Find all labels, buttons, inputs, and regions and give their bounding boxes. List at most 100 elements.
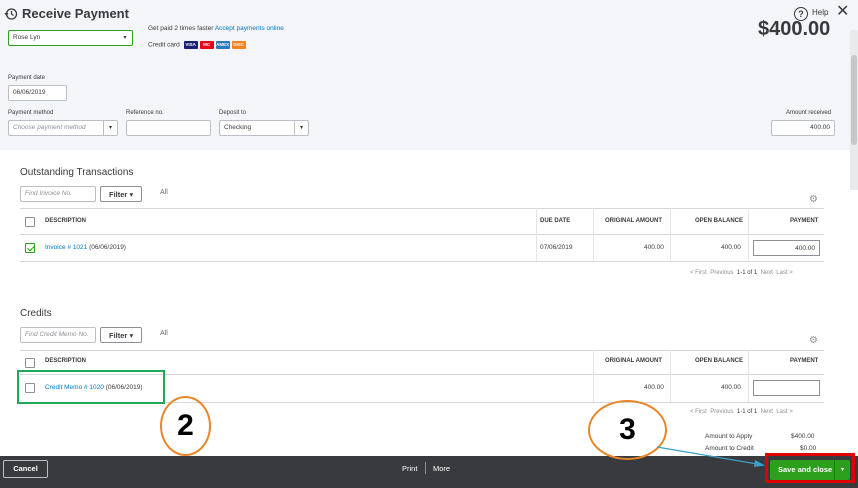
deposit-to-label: Deposit to: [219, 110, 247, 116]
credits-col-description: DESCRIPTION: [45, 358, 87, 364]
credits-col-open-balance: OPEN BALANCE: [695, 358, 744, 364]
col-divider: [748, 208, 749, 261]
highlight-credit-memo: [17, 370, 165, 404]
outstanding-pager: < First Previous 1-1 of 1 Next Last >: [690, 270, 793, 276]
pager-previous[interactable]: Previous: [710, 270, 733, 276]
caret-down-icon: ▾: [129, 190, 134, 199]
credit-open-balance: 400.00: [721, 384, 741, 391]
col-divider: [670, 208, 671, 261]
arrow-annotation: [656, 446, 765, 467]
scrollbar-thumb[interactable]: [851, 55, 857, 145]
step-2-badge: 2: [160, 396, 211, 456]
footer-divider: [425, 462, 426, 474]
amount-received-label: Amount received: [786, 110, 832, 116]
outstanding-title: Outstanding Transactions: [20, 167, 134, 178]
gear-icon[interactable]: ⚙: [809, 336, 819, 346]
col-divider: [748, 350, 749, 402]
col-due-date: DUE DATE: [540, 218, 571, 224]
pager-last[interactable]: Last >: [776, 409, 793, 415]
col-divider: [670, 350, 671, 402]
payment-method-placeholder: Choose payment method: [13, 124, 86, 131]
outstanding-all-label: All: [160, 189, 168, 196]
credits-all-label: All: [160, 330, 168, 337]
credits-select-all-checkbox[interactable]: [25, 358, 35, 368]
deposit-to-select[interactable]: Checking ▾: [219, 120, 309, 136]
highlight-save-and-close: [765, 453, 855, 483]
payment-method-select[interactable]: Choose payment method ▾: [8, 120, 118, 136]
col-divider: [593, 208, 594, 261]
chevron-down-icon[interactable]: ▾: [103, 121, 117, 135]
close-icon[interactable]: ✕: [836, 4, 849, 20]
credit-card-row: Credit card VISA MC AMEX DISC: [148, 41, 246, 49]
col-divider: [536, 208, 537, 261]
amount-to-apply-value: $400.00: [791, 433, 815, 440]
title-bar: Receive Payment ? Help ✕: [0, 0, 858, 28]
gear-icon[interactable]: ⚙: [809, 195, 819, 205]
print-button[interactable]: Print: [402, 464, 417, 473]
invoice-row-checkbox[interactable]: [25, 243, 35, 253]
filter-label: Filter: [109, 331, 128, 340]
credit-card-label: Credit card: [148, 41, 180, 49]
select-all-checkbox[interactable]: [25, 217, 35, 227]
mastercard-icon: MC: [199, 41, 214, 49]
pager-first[interactable]: < First: [690, 409, 707, 415]
amount-received-total: $400.00: [758, 18, 831, 40]
credits-title: Credits: [20, 308, 52, 319]
pager-range: 1-1 of 1: [736, 270, 758, 276]
invoice-payment-input[interactable]: 400.00: [753, 240, 820, 256]
credit-original-amount: 400.00: [644, 384, 664, 391]
credits-col-payment: PAYMENT: [790, 358, 819, 364]
reference-label: Reference no.: [126, 110, 164, 116]
credit-payment-input[interactable]: [753, 380, 820, 396]
chevron-down-icon[interactable]: ▾: [118, 31, 132, 45]
col-payment: PAYMENT: [790, 218, 819, 224]
reference-input[interactable]: [126, 120, 211, 136]
more-button[interactable]: More: [433, 464, 450, 473]
credits-table-top-border: [20, 350, 824, 351]
history-icon[interactable]: [4, 7, 18, 21]
discover-icon: DISC: [231, 41, 246, 49]
amount-received-input[interactable]: 400.00: [771, 120, 835, 136]
outstanding-filter-button[interactable]: Filter ▾: [100, 186, 143, 202]
chevron-down-icon[interactable]: ▾: [294, 121, 308, 135]
col-original-amount: ORIGINAL AMOUNT: [605, 218, 662, 224]
pager-range: 1-1 of 1: [736, 409, 758, 415]
accept-payments-link[interactable]: Accept payments online: [215, 25, 284, 32]
get-paid-promo: Get paid 2 times faster Accept payments …: [148, 25, 284, 32]
amex-icon: AMEX: [215, 41, 230, 49]
credits-filter-button[interactable]: Filter ▾: [100, 327, 143, 343]
invoice-search-placeholder: Find Invoice No.: [25, 190, 72, 197]
invoice-date: (06/06/2019): [89, 244, 126, 251]
pager-next[interactable]: Next: [761, 270, 773, 276]
deposit-to-value: Checking: [224, 124, 252, 131]
payment-method-label: Payment method: [8, 110, 54, 116]
pager-next[interactable]: Next: [761, 409, 773, 415]
caret-down-icon: ▾: [129, 331, 134, 340]
visa-icon: VISA: [183, 41, 198, 49]
invoice-due-date: 07/06/2019: [540, 244, 573, 251]
pager-previous[interactable]: Previous: [710, 409, 733, 415]
invoice-description: Invoice # 1021 (06/06/2019): [45, 244, 126, 251]
credits-pager: < First Previous 1-1 of 1 Next Last >: [690, 409, 793, 415]
credit-memo-search-placeholder: Find Credit Memo No.: [25, 331, 89, 338]
amount-to-apply-label: Amount to Apply: [705, 433, 753, 440]
payment-date-input[interactable]: 06/06/2019: [8, 85, 67, 101]
help-link[interactable]: Help: [812, 8, 828, 17]
get-paid-text: Get paid 2 times faster: [148, 25, 214, 32]
pager-last[interactable]: Last >: [776, 270, 793, 276]
table-header-border: [20, 234, 824, 235]
cancel-button[interactable]: Cancel: [3, 460, 48, 478]
invoice-original-amount: 400.00: [644, 244, 664, 251]
invoice-open-balance: 400.00: [721, 244, 741, 251]
col-description: DESCRIPTION: [45, 218, 87, 224]
pager-first[interactable]: < First: [690, 270, 707, 276]
table-bottom-border: [20, 261, 824, 262]
customer-select[interactable]: Rose Lyn ▾: [8, 30, 133, 46]
invoice-link[interactable]: Invoice # 1021: [45, 244, 87, 251]
invoice-search-input[interactable]: Find Invoice No.: [20, 186, 96, 202]
col-divider: [593, 350, 594, 402]
filter-label: Filter: [109, 190, 128, 199]
credits-col-original-amount: ORIGINAL AMOUNT: [605, 358, 662, 364]
credit-memo-search-input[interactable]: Find Credit Memo No.: [20, 327, 96, 343]
table-top-border: [20, 208, 824, 209]
